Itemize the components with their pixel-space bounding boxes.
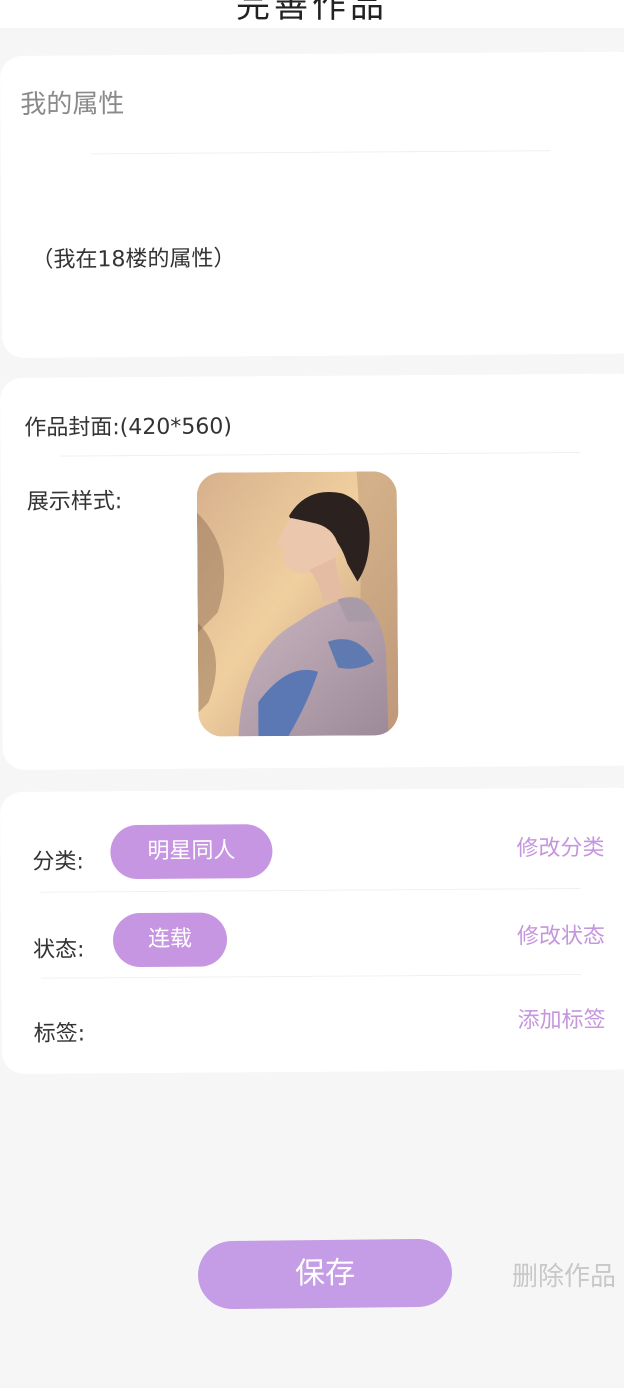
divider bbox=[90, 150, 551, 155]
add-tag-button[interactable]: 添加标签 bbox=[517, 1002, 606, 1035]
divider bbox=[60, 451, 581, 457]
meta-card: 分类: 明星同人 修改分类 状态: 连载 修改状态 标签: 添加标签 bbox=[0, 787, 624, 1074]
portrait-photo bbox=[196, 471, 399, 737]
cover-label: 作品封面:(420*560) bbox=[24, 414, 232, 441]
divider bbox=[41, 973, 582, 979]
attributes-content[interactable]: （我在18楼的属性） bbox=[31, 240, 235, 273]
edit-status-button[interactable]: 修改状态 bbox=[517, 918, 605, 951]
status-row: 状态: 连载 修改状态 bbox=[1, 910, 624, 974]
divider bbox=[40, 887, 581, 893]
cover-card: 作品封面:(420*560) 展示样式: bbox=[0, 373, 624, 770]
display-style-label: 展示样式: bbox=[26, 489, 123, 515]
top-header: 完善作品 bbox=[0, 0, 624, 28]
attributes-title: 我的属性 bbox=[20, 89, 125, 120]
category-row: 分类: 明星同人 修改分类 bbox=[0, 822, 624, 886]
cover-image[interactable] bbox=[196, 471, 399, 737]
status-label: 状态: bbox=[33, 937, 85, 963]
category-chip[interactable]: 明星同人 bbox=[110, 824, 273, 880]
page-title: 完善作品 bbox=[236, 0, 388, 26]
status-chip[interactable]: 连载 bbox=[112, 912, 228, 968]
attributes-card: 我的属性 （我在18楼的属性） bbox=[0, 51, 624, 358]
tags-row: 标签: 添加标签 bbox=[1, 994, 624, 1058]
edit-category-button[interactable]: 修改分类 bbox=[516, 830, 604, 863]
delete-work-button[interactable]: 删除作品 bbox=[512, 1256, 616, 1293]
save-button[interactable]: 保存 bbox=[197, 1238, 453, 1310]
category-label: 分类: bbox=[32, 849, 84, 875]
tags-label: 标签: bbox=[33, 1021, 86, 1047]
